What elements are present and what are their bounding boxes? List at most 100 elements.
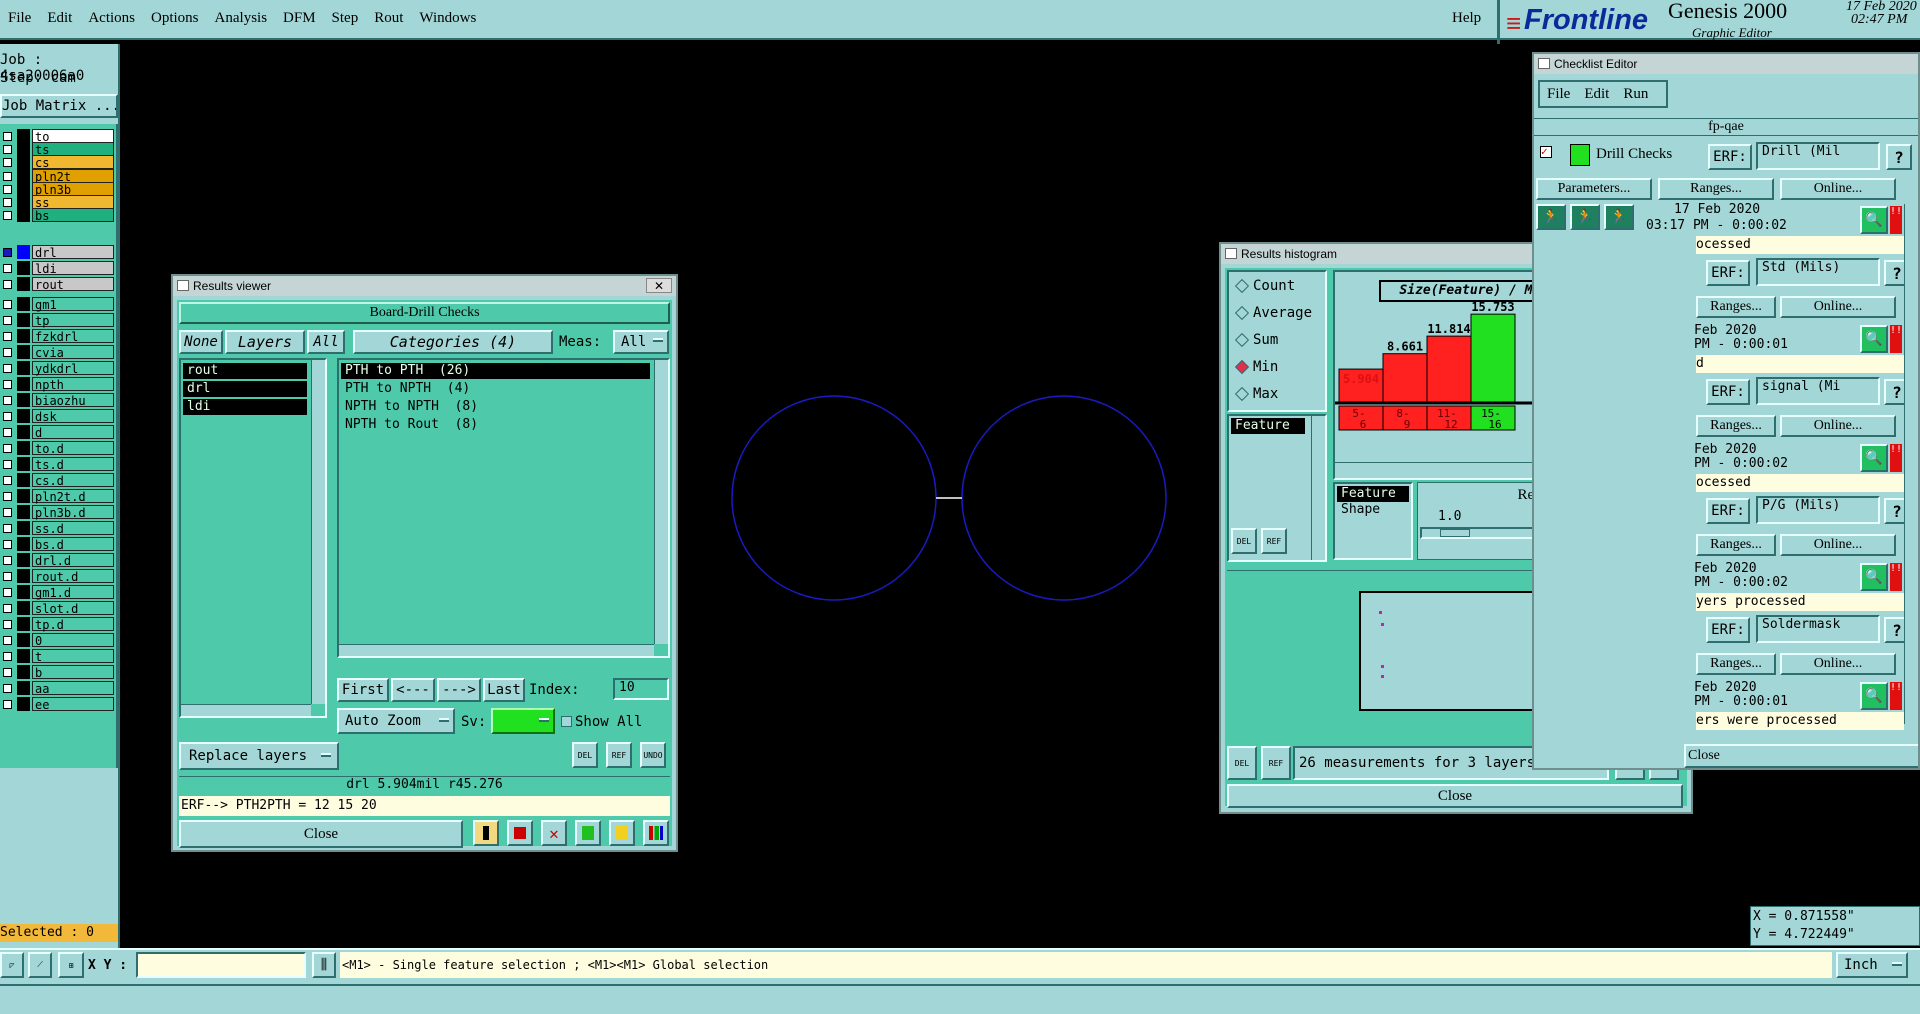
layer-checkbox[interactable] xyxy=(3,652,12,661)
measure-tool-icon[interactable]: ⟋ xyxy=(28,952,52,978)
option-radio-average[interactable] xyxy=(1234,305,1250,321)
job-matrix-button[interactable]: Job Matrix ... xyxy=(0,94,118,118)
layer-checkbox[interactable] xyxy=(3,380,12,389)
layer-row[interactable]: tp.d xyxy=(0,616,118,632)
option-radio-max[interactable] xyxy=(1234,386,1250,402)
histogram-bar[interactable] xyxy=(1382,353,1428,403)
layer-row[interactable]: fzkdrl xyxy=(0,328,118,344)
undo-icon[interactable]: UNDO xyxy=(640,742,666,768)
del-icon[interactable]: DEL xyxy=(572,742,598,768)
layer-checkbox[interactable] xyxy=(3,684,12,693)
layer-checkbox[interactable] xyxy=(3,588,12,597)
layer-checkbox[interactable] xyxy=(3,248,12,257)
layer-name[interactable]: tp.d xyxy=(32,617,114,632)
checklist-scrollbar[interactable] xyxy=(1904,204,1918,724)
zoom-icon[interactable]: 🔍 xyxy=(1860,682,1888,710)
feature-list[interactable]: Feature DEL REF xyxy=(1227,414,1327,562)
layer-name[interactable]: drl.d xyxy=(32,553,114,568)
layers-none-button[interactable]: None xyxy=(179,330,223,354)
erf-field[interactable]: Std (Mils) xyxy=(1756,258,1880,286)
option-radio-sum[interactable] xyxy=(1234,332,1250,348)
slider-handle[interactable] xyxy=(1440,529,1470,537)
layer-name[interactable]: cs.d xyxy=(32,473,114,488)
xy-input[interactable] xyxy=(136,952,306,978)
layer-checkbox[interactable] xyxy=(3,412,12,421)
clear-highlight-icon[interactable] xyxy=(507,820,533,846)
histogram-list-item[interactable]: Feature xyxy=(1231,418,1305,434)
layer-row[interactable]: ee xyxy=(0,696,118,712)
layer-row[interactable]: pln2t.d xyxy=(0,488,118,504)
layer-name[interactable]: ts.d xyxy=(32,457,114,472)
viewer-close-button[interactable]: Close xyxy=(179,820,463,848)
layer-row[interactable]: aa xyxy=(0,680,118,696)
zoom-icon[interactable]: 🔍 xyxy=(1860,206,1888,234)
checklist-titlebar[interactable]: Checklist Editor xyxy=(1534,54,1918,74)
layer-checkbox[interactable] xyxy=(3,211,12,221)
shape-list-item[interactable]: Shape xyxy=(1337,502,1409,518)
layer-checkbox[interactable] xyxy=(3,396,12,405)
report-icon[interactable] xyxy=(575,820,601,846)
layer-checkbox[interactable] xyxy=(3,332,12,341)
option-label-sum[interactable]: Sum xyxy=(1253,332,1278,348)
erf-field[interactable]: signal (Mi xyxy=(1756,377,1880,405)
close-icon[interactable]: ✕ xyxy=(646,278,672,293)
shape-list[interactable]: Feature Shape xyxy=(1333,482,1413,560)
layer-name[interactable]: tp xyxy=(32,313,114,328)
units-dropdown[interactable]: Inch xyxy=(1836,952,1908,978)
layer-name[interactable]: rout xyxy=(32,277,114,292)
category-list-item[interactable]: PTH to NPTH (4) xyxy=(341,381,650,397)
layer-checkbox[interactable] xyxy=(3,264,12,273)
ranges-button[interactable]: Ranges... xyxy=(1696,296,1776,318)
replace-layers-dropdown[interactable]: Replace layers xyxy=(179,742,339,770)
erf-field[interactable]: Drill (Mil xyxy=(1756,142,1880,170)
layer-row[interactable]: pln3b.d xyxy=(0,504,118,520)
show-all-checkbox[interactable] xyxy=(561,716,572,727)
sv-color-dropdown[interactable] xyxy=(491,708,555,734)
online-button[interactable]: Online... xyxy=(1780,178,1896,200)
next-button[interactable]: ---> xyxy=(437,678,481,702)
layer-checkbox[interactable] xyxy=(3,444,12,453)
layer-row[interactable]: d xyxy=(0,424,118,440)
layer-row[interactable]: rout xyxy=(0,276,118,292)
categories-list[interactable]: PTH to PTH (26) PTH to NPTH (4) NPTH to NP… xyxy=(337,358,670,658)
zoom-icon[interactable]: 🔍 xyxy=(1860,325,1888,353)
layer-name[interactable]: aa xyxy=(32,681,114,696)
layer-checkbox[interactable] xyxy=(3,132,12,141)
layer-list-item[interactable]: rout xyxy=(183,363,307,379)
layer-checkbox[interactable] xyxy=(3,460,12,469)
menu-rout[interactable]: Rout xyxy=(366,10,411,32)
help-icon[interactable]: ? xyxy=(1886,144,1912,170)
layer-list-item[interactable]: ldi xyxy=(183,399,307,415)
checklist-menu-run[interactable]: Run xyxy=(1616,86,1655,103)
layer-name[interactable]: biaozhu xyxy=(32,393,114,408)
layer-name[interactable]: bs xyxy=(32,208,114,223)
parameters-button[interactable]: Parameters... xyxy=(1536,178,1652,200)
layer-checkbox[interactable] xyxy=(3,145,12,155)
layer-checkbox[interactable] xyxy=(3,556,12,565)
layer-row[interactable]: ydkdrl xyxy=(0,360,118,376)
layer-checkbox[interactable] xyxy=(3,700,12,709)
checklist-menu-edit[interactable]: Edit xyxy=(1577,86,1616,103)
meas-dropdown[interactable]: All xyxy=(613,330,669,354)
layers-scrollbar[interactable] xyxy=(311,360,325,704)
select-tool-icon[interactable]: ◸ xyxy=(0,952,24,978)
erf-field[interactable]: Soldermask xyxy=(1756,615,1880,643)
categories-hscrollbar[interactable] xyxy=(339,644,654,656)
help-menu[interactable]: Help xyxy=(1452,10,1481,27)
histogram-icon[interactable] xyxy=(643,820,669,846)
histogram-bar[interactable] xyxy=(1470,313,1516,403)
menu-windows[interactable]: Windows xyxy=(411,10,484,32)
layer-name[interactable]: ldi xyxy=(32,261,114,276)
histogram-close-button[interactable]: Close xyxy=(1227,784,1683,808)
layer-row[interactable]: t xyxy=(0,648,118,664)
layer-checkbox[interactable] xyxy=(3,492,12,501)
ranges-button[interactable]: Ranges... xyxy=(1696,415,1776,437)
ranges-button[interactable]: Ranges... xyxy=(1696,653,1776,675)
layer-name[interactable]: gm1.d xyxy=(32,585,114,600)
ranges-button[interactable]: Ranges... xyxy=(1658,178,1774,200)
layer-row[interactable]: ss.d xyxy=(0,520,118,536)
option-label-max[interactable]: Max xyxy=(1253,386,1278,402)
layer-name[interactable]: b xyxy=(32,665,114,680)
del-icon[interactable]: DEL xyxy=(1231,528,1257,554)
zoom-icon[interactable]: 🔍 xyxy=(1860,444,1888,472)
